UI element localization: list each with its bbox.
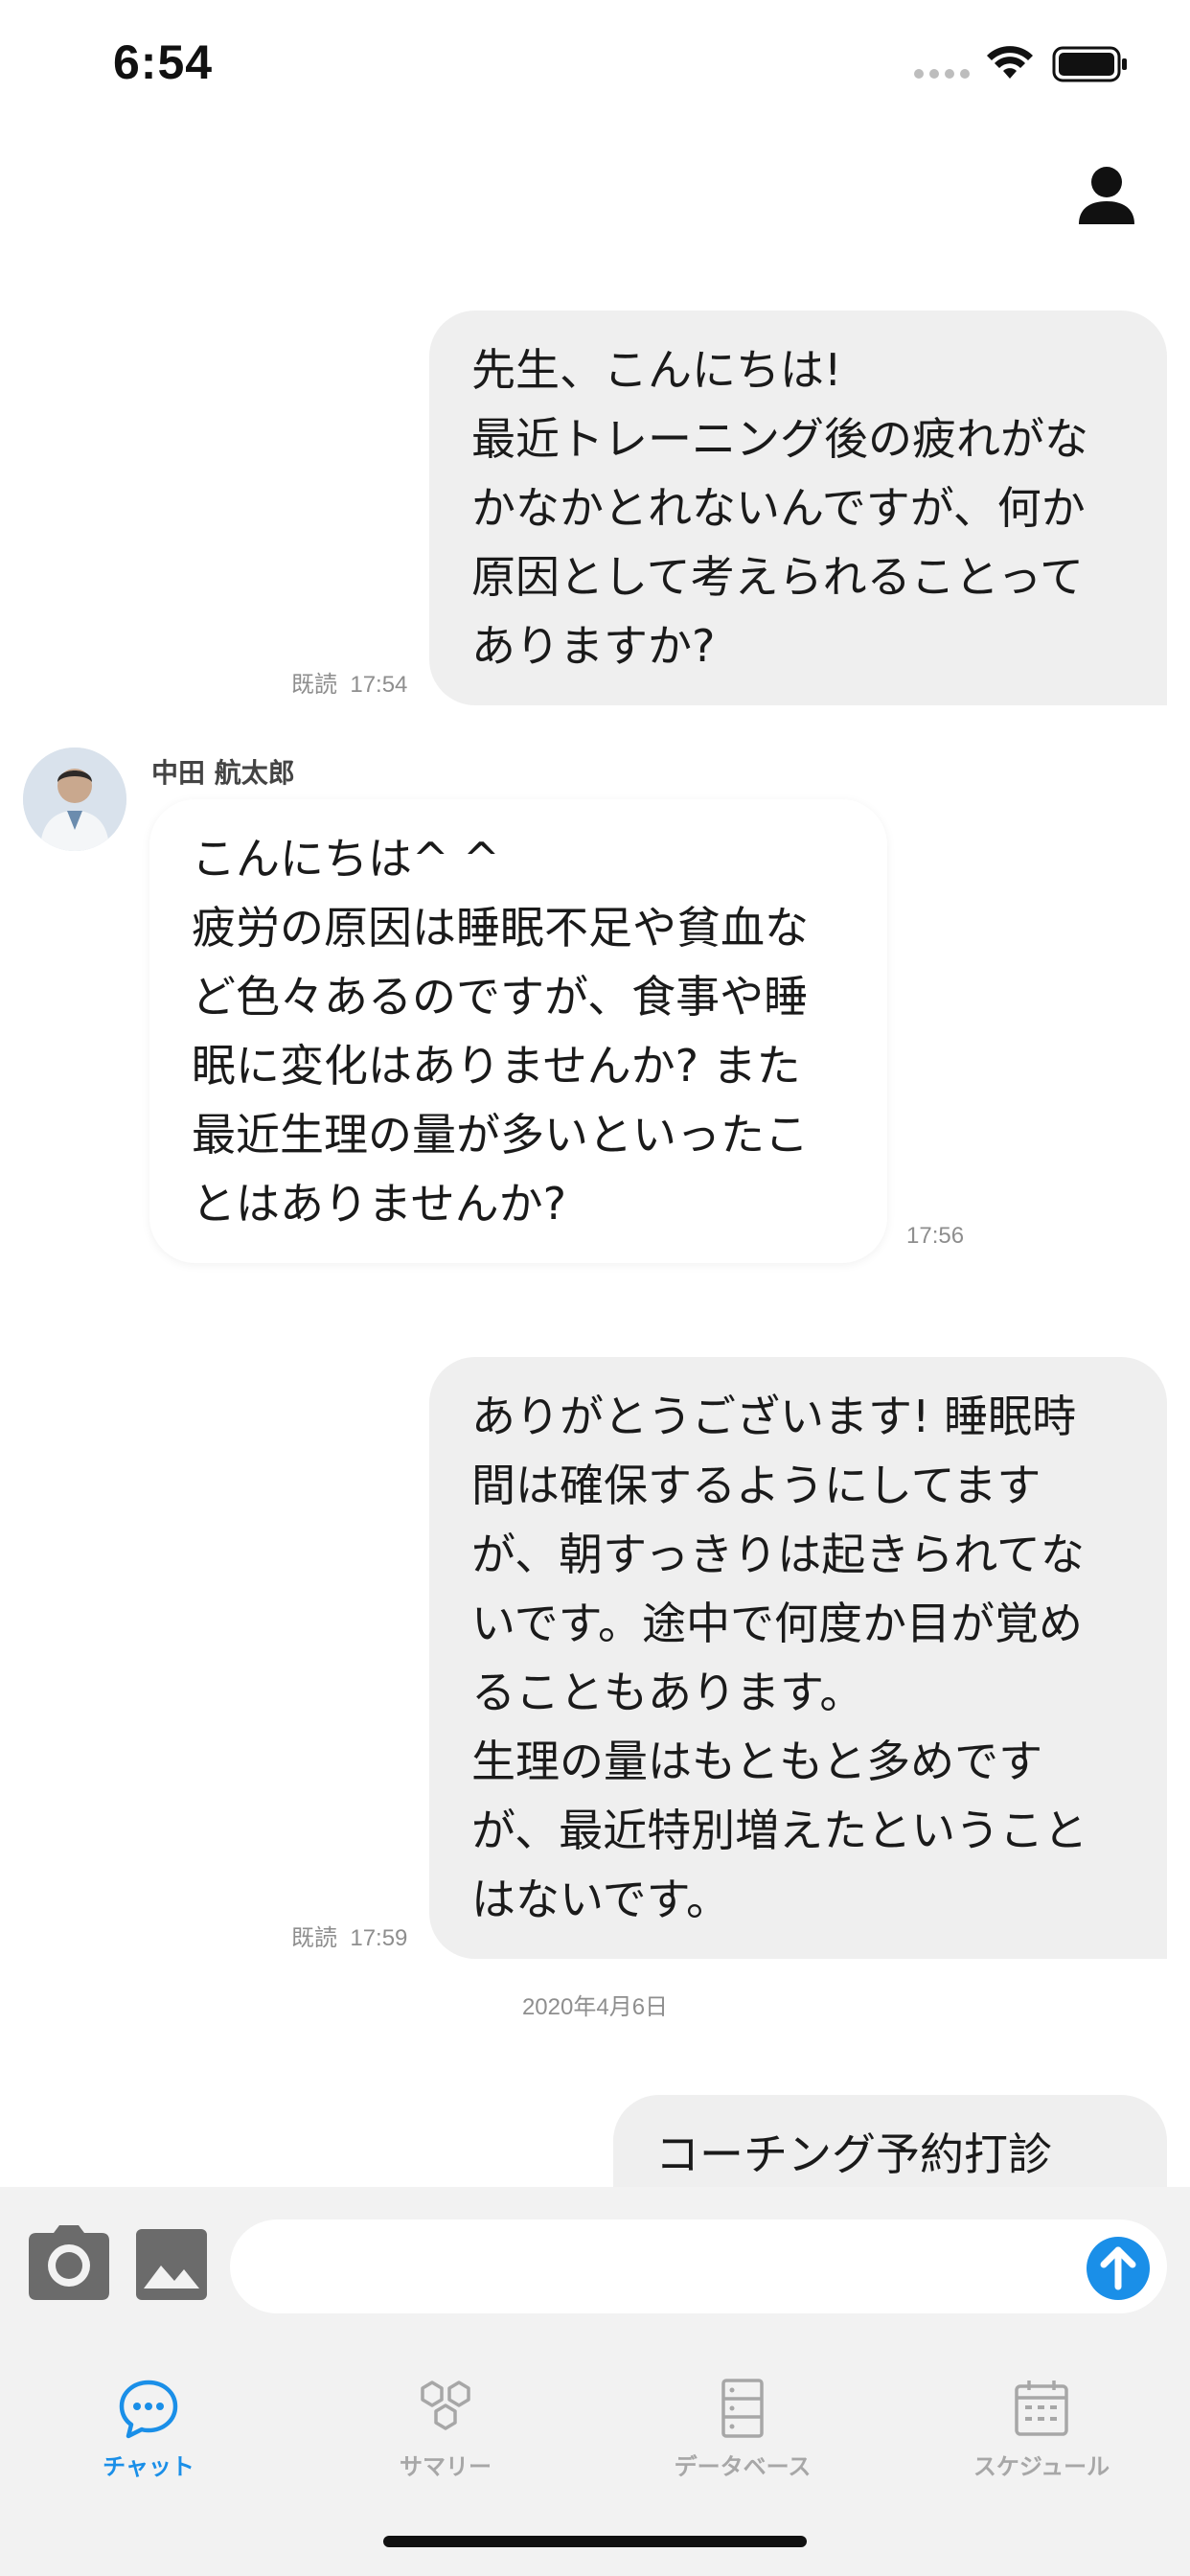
hexagons-icon [421, 2380, 470, 2430]
message-bubble-received: こんにちは^ ^ 疲労の原因は睡眠不足や貧血な ど色々あるのですが、食事や睡 眠… [149, 799, 887, 1263]
message-time: 17:56 [906, 1223, 965, 1249]
message-bubble-sent: 先生、こんにちは! 最近トレーニング後の疲れがな かなかとれないんですが、何か … [429, 310, 1167, 705]
avatar[interactable] [23, 748, 126, 851]
send-button[interactable] [1087, 2237, 1150, 2300]
message-input[interactable] [230, 2220, 1167, 2313]
tab-label: サマリー [400, 2453, 492, 2480]
message-time: 17:54 [350, 672, 408, 698]
wifi-icon [987, 46, 1033, 79]
status-time: 6:54 [113, 35, 214, 89]
person-icon[interactable] [1075, 163, 1138, 226]
home-indicator [383, 2536, 807, 2547]
tab-summary[interactable]: サマリー [340, 2377, 551, 2501]
arrow-up-icon [1100, 2246, 1136, 2290]
battery-icon [1052, 46, 1127, 82]
tab-chat[interactable]: チャット [43, 2377, 254, 2501]
chat-bubble-icon [119, 2380, 178, 2439]
cellular-signal-icon [914, 69, 970, 79]
tab-schedule[interactable]: スケジュール [936, 2377, 1147, 2501]
tab-label: スケジュール [973, 2453, 1110, 2480]
read-label: 既読 [291, 672, 337, 698]
message-time: 17:59 [350, 1925, 408, 1951]
tab-label: データベース [674, 2453, 812, 2480]
sender-name: 中田 航太郎 [151, 757, 295, 789]
message-bubble-sent: ありがとうございます! 睡眠時 間は確保するようにしてます が、朝すっきりは起き… [429, 1357, 1167, 1959]
date-divider: 2020年4月6日 [521, 1994, 669, 2020]
tab-label: チャット [103, 2453, 195, 2480]
database-icon [721, 2379, 764, 2438]
status-bar: 6:54 [0, 0, 1190, 134]
message-read-status: 既読 17:54 [291, 665, 407, 699]
tab-database[interactable]: データベース [637, 2377, 848, 2501]
message-read-status: 既読 17:59 [291, 1919, 407, 1952]
calendar-icon [1015, 2380, 1068, 2436]
read-label: 既読 [291, 1925, 337, 1951]
image-icon[interactable] [136, 2229, 207, 2300]
camera-icon[interactable] [29, 2225, 109, 2300]
